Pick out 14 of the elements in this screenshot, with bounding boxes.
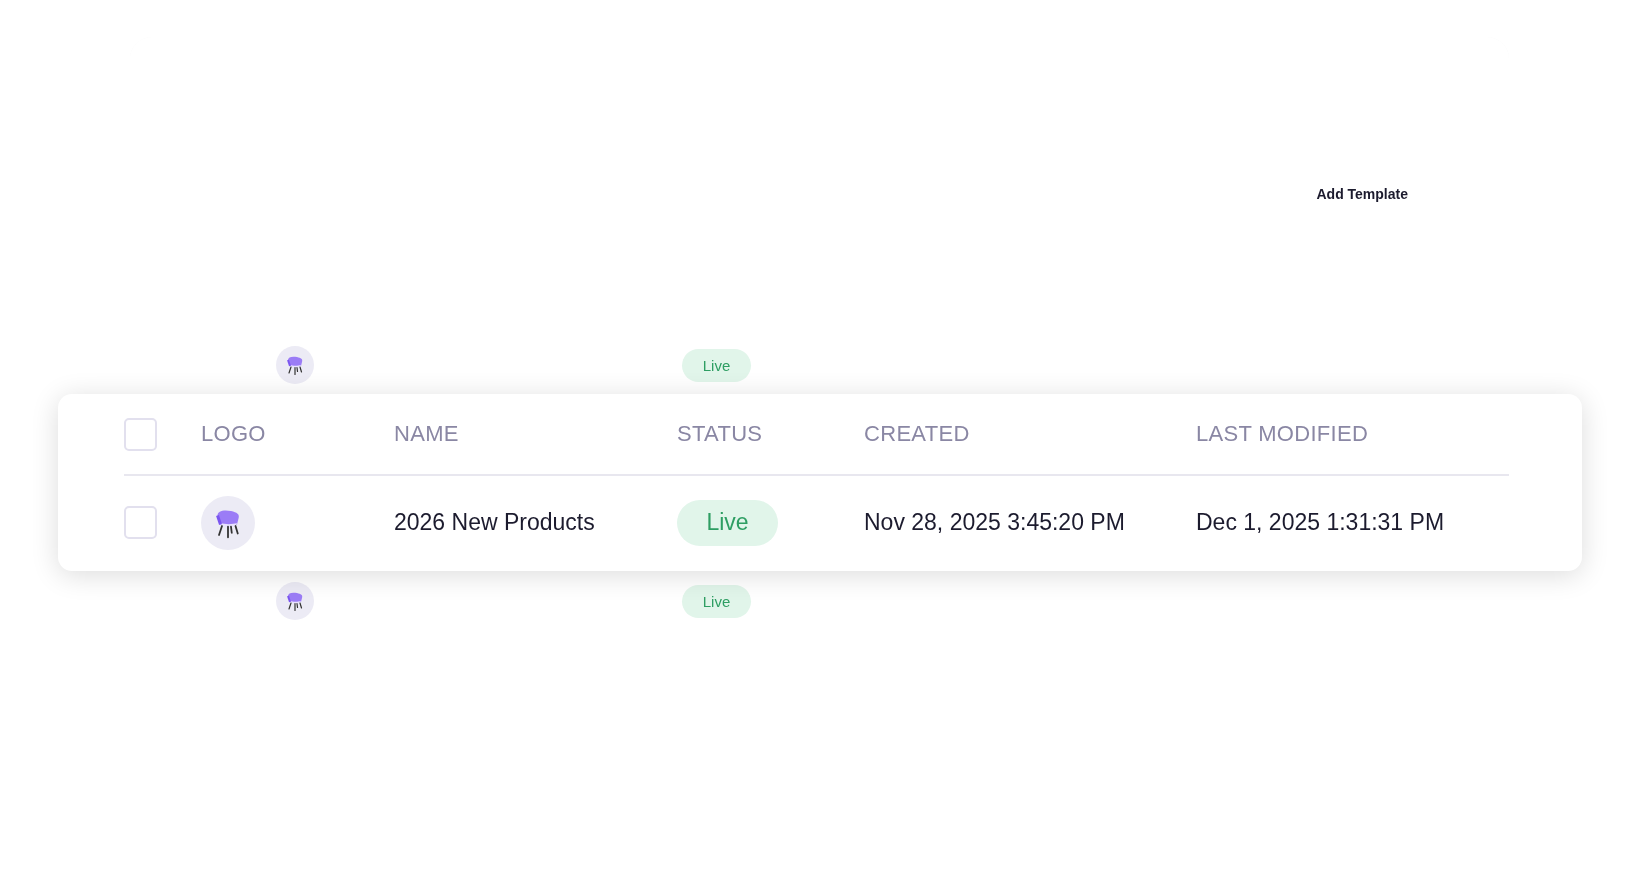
checkbox[interactable]: [124, 417, 157, 451]
table-cell-text: 2026 New Products: [394, 509, 596, 536]
status-badge: Live: [677, 499, 778, 546]
status-badge: Live: [682, 584, 751, 618]
status-badge: Live: [682, 348, 751, 382]
add-template-button[interactable]: Add Template: [1316, 182, 1408, 206]
column-header: LOGO: [201, 421, 267, 447]
column-header: NAME: [394, 421, 460, 447]
column-header: STATUS: [677, 421, 764, 447]
column-header: LAST MODIFIED: [1196, 421, 1370, 447]
column-header: CREATED: [864, 421, 971, 447]
table-cell-text: Nov 28, 2025 3:45:20 PM: [864, 509, 1126, 536]
checkbox[interactable]: [124, 506, 157, 539]
table-cell-text: Dec 1, 2025 1:31:31 PM: [1196, 509, 1446, 536]
